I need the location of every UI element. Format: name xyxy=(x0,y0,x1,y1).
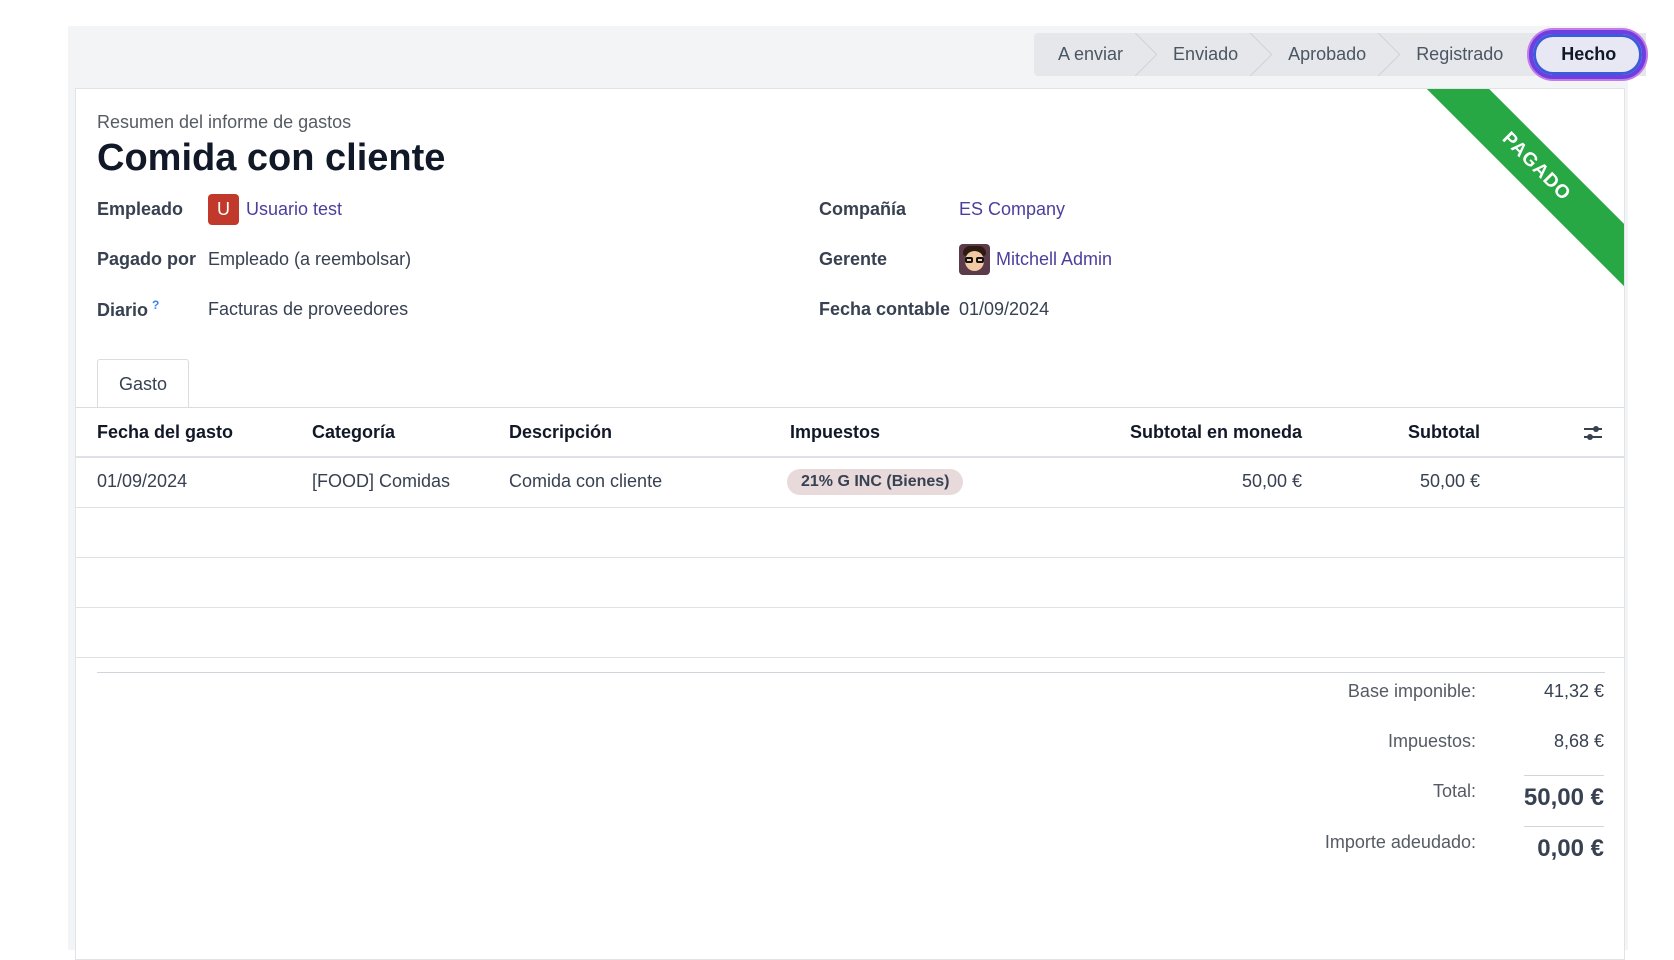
table-header: Fecha del gasto Categoría Descripción Im… xyxy=(76,408,1624,458)
stage-label: Enviado xyxy=(1173,44,1239,64)
cell-subtotal-currency: 50,00 € xyxy=(1241,471,1302,491)
col-header-subtotal[interactable]: Subtotal xyxy=(1408,422,1480,443)
cell-subtotal: 50,00 € xyxy=(1419,471,1480,491)
paid-ribbon: PAGADO xyxy=(1414,89,1624,289)
table-row[interactable]: 01/09/2024 [FOOD] Comidas Comida con cli… xyxy=(76,458,1624,508)
paid-by-value[interactable]: Empleado (a reembolsar) xyxy=(208,249,411,270)
accounting-date-label: Fecha contable xyxy=(819,298,951,319)
manager-field: Gerente Mitchell Admin xyxy=(819,243,1112,275)
help-icon[interactable]: ? xyxy=(152,298,159,312)
col-header-subtotal-currency[interactable]: Subtotal en moneda xyxy=(1130,422,1302,443)
cell-description: Comida con cliente xyxy=(509,471,663,491)
journal-label: Diario? xyxy=(97,297,160,320)
amount-due-label: Importe adeudado: xyxy=(1324,832,1476,852)
paid-by-label: Pagado por xyxy=(97,248,197,269)
tax-tag[interactable]: 21% G INC (Bienes) xyxy=(787,469,964,495)
status-bar: A enviar Enviado Aprobado Registrado Hec… xyxy=(1034,30,1647,79)
accounting-date-field: Fecha contable 01/09/2024 xyxy=(819,293,1049,325)
col-header-description[interactable]: Descripción xyxy=(509,422,612,443)
tab-gasto[interactable]: Gasto xyxy=(97,359,189,408)
paid-by-field: Pagado por Empleado (a reembolsar) xyxy=(97,243,411,275)
journal-field: Diario? Facturas de proveedores xyxy=(97,293,408,325)
stage-registrado[interactable]: Registrado xyxy=(1388,33,1525,76)
table-row-empty xyxy=(76,609,1624,658)
base-value: 41,32 € xyxy=(1543,681,1604,701)
table-row-empty xyxy=(76,509,1624,558)
company-label: Compañía xyxy=(819,198,907,219)
avatar: U xyxy=(208,193,239,225)
manager-link[interactable]: Mitchell Admin xyxy=(996,249,1112,270)
col-header-category[interactable]: Categoría xyxy=(312,422,395,443)
cell-category: [FOOD] Comidas xyxy=(312,471,451,491)
avatar xyxy=(959,243,990,275)
stage-label: A enviar xyxy=(1058,44,1124,64)
stage-hecho[interactable]: Hecho xyxy=(1529,30,1647,79)
base-label: Base imponible: xyxy=(1347,681,1476,701)
stage-aprobado[interactable]: Aprobado xyxy=(1260,33,1388,76)
manager-label: Gerente xyxy=(819,248,888,269)
form-sheet: PAGADO Resumen del informe de gastos Com… xyxy=(75,88,1625,960)
employee-label: Empleado xyxy=(97,198,184,219)
page-title: Comida con cliente xyxy=(97,137,446,179)
totals-divider xyxy=(97,672,1605,673)
accounting-date-value[interactable]: 01/09/2024 xyxy=(959,299,1049,320)
total-label: Total: xyxy=(1432,781,1476,801)
stage-label: Registrado xyxy=(1416,44,1504,64)
tax-label: Impuestos: xyxy=(1387,731,1476,751)
amount-due-value: 0,00 € xyxy=(1537,835,1604,862)
company-link[interactable]: ES Company xyxy=(959,199,1065,220)
employee-field: Empleado U Usuario test xyxy=(97,193,342,225)
stage-a-enviar[interactable]: A enviar xyxy=(1034,33,1145,76)
company-field: Compañía ES Company xyxy=(819,193,1065,225)
journal-value[interactable]: Facturas de proveedores xyxy=(208,299,408,320)
stage-label: Hecho xyxy=(1561,44,1617,64)
table-row-empty xyxy=(76,559,1624,608)
col-header-date[interactable]: Fecha del gasto xyxy=(97,422,233,443)
stage-enviado[interactable]: Enviado xyxy=(1145,33,1260,76)
col-header-taxes[interactable]: Impuestos xyxy=(790,422,880,443)
total-value: 50,00 € xyxy=(1523,784,1604,811)
form-subtitle: Resumen del informe de gastos xyxy=(97,112,352,132)
tax-value: 8,68 € xyxy=(1553,731,1604,751)
column-settings-icon[interactable] xyxy=(1582,422,1604,444)
cell-date: 01/09/2024 xyxy=(97,471,188,491)
employee-link[interactable]: Usuario test xyxy=(246,199,342,220)
stage-label: Aprobado xyxy=(1288,44,1367,64)
